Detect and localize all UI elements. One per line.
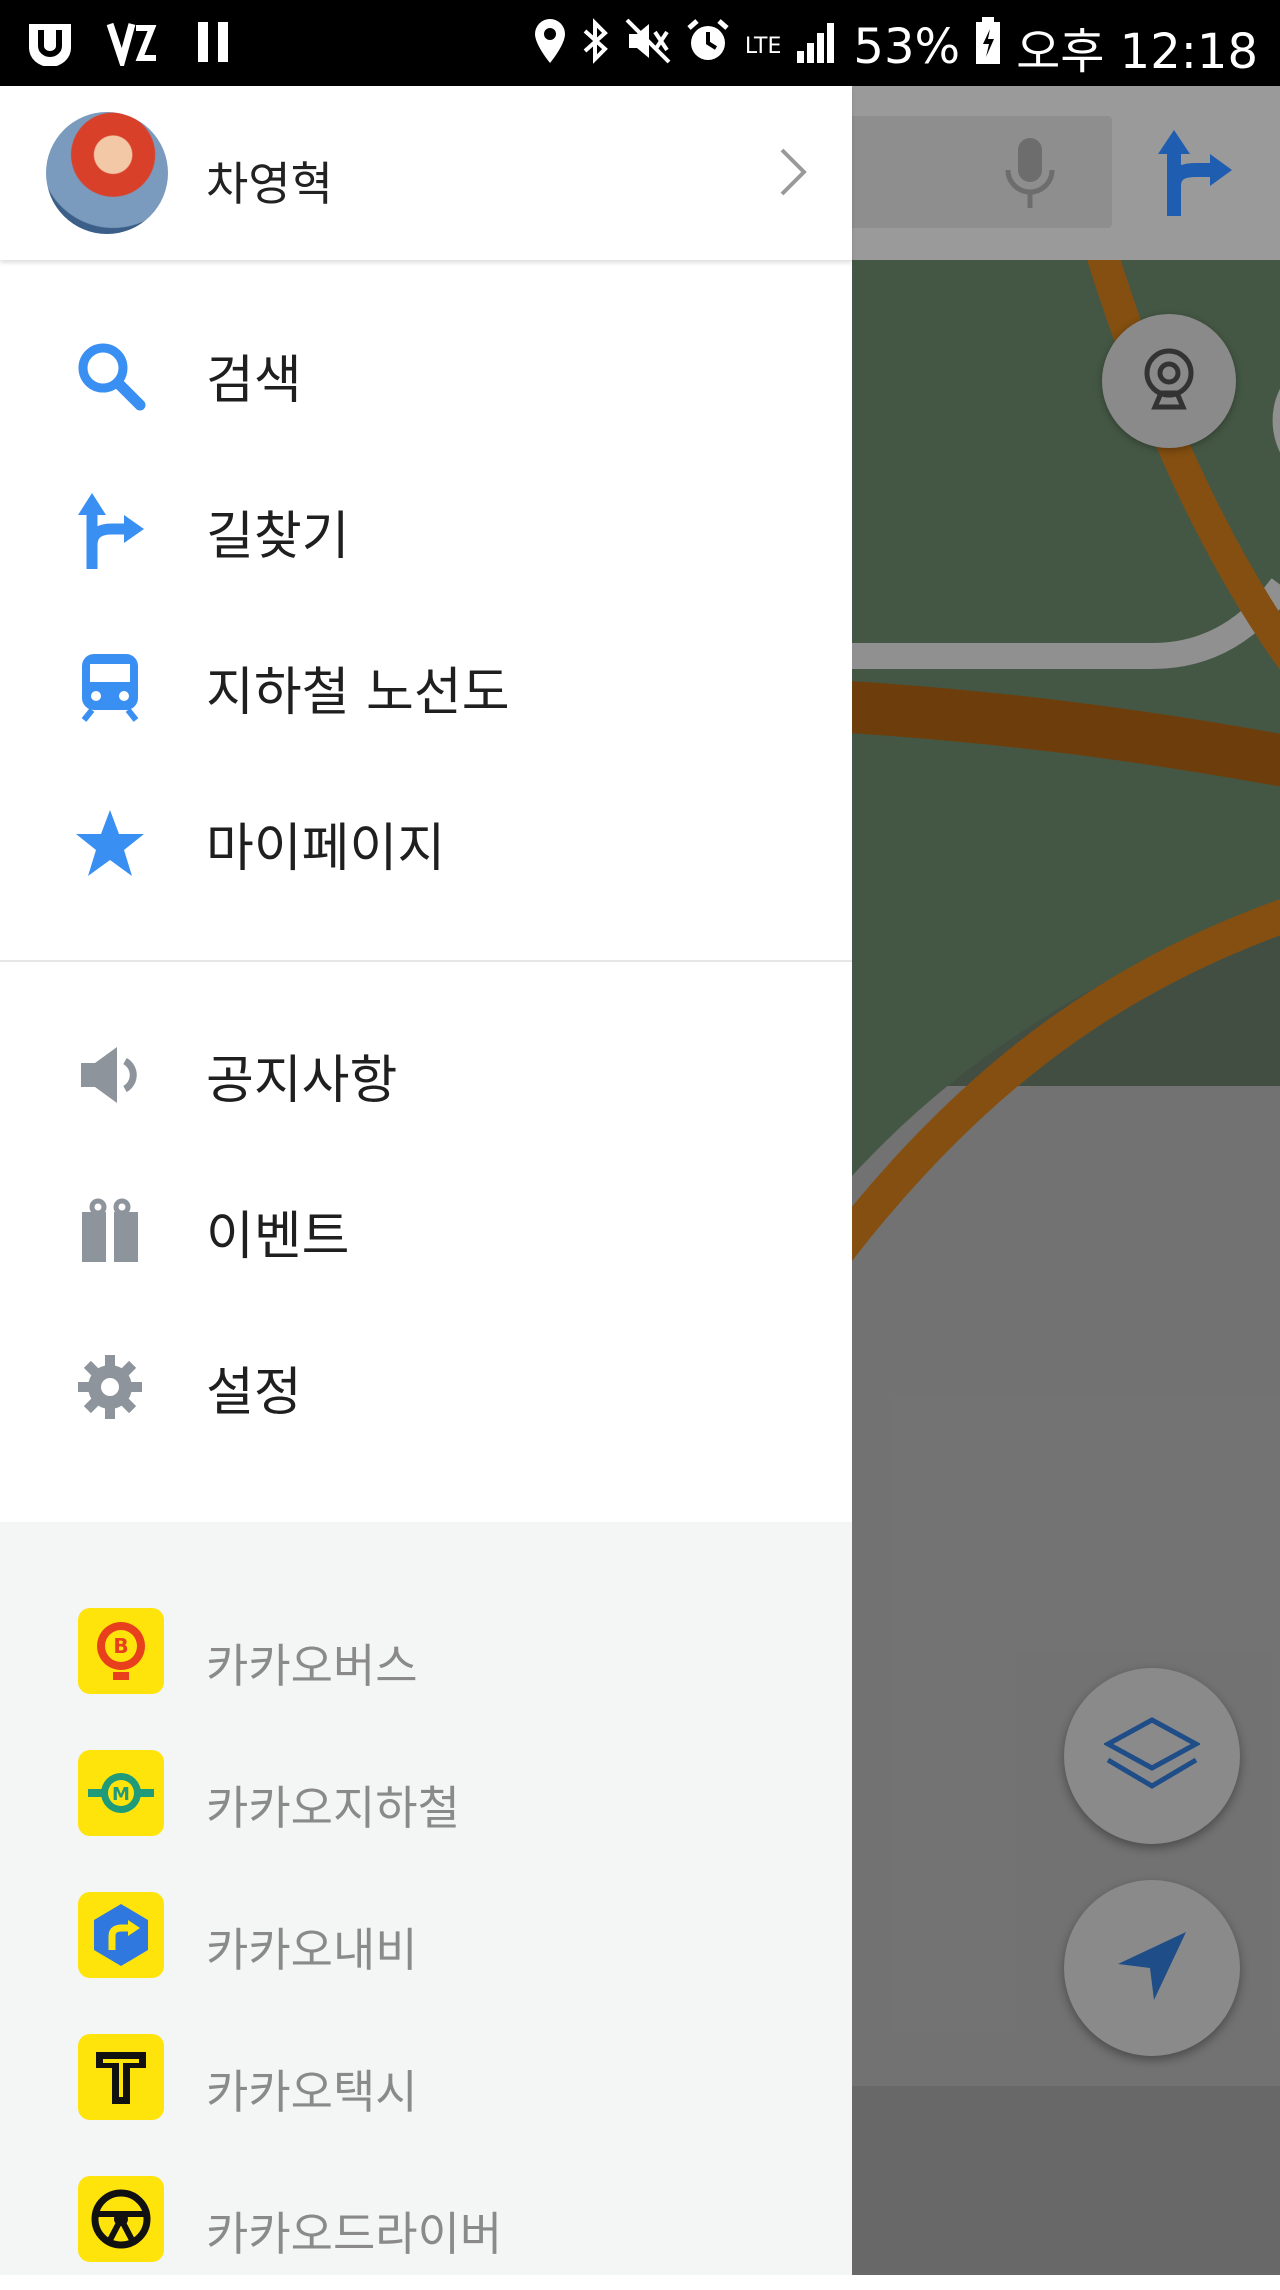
app-label: 카카오드라이버 — [206, 2207, 503, 2261]
kakao-metro-icon: M — [78, 1750, 164, 1836]
directions-icon[interactable] — [1152, 126, 1232, 222]
search-icon — [74, 339, 146, 411]
menu-item-settings[interactable]: 설정 — [0, 1312, 852, 1462]
gear-icon — [74, 1351, 146, 1423]
menu-item-notice[interactable]: 공지사항 — [0, 1000, 852, 1150]
cctv-icon — [1141, 347, 1197, 415]
menu-label: 지하철 노선도 — [206, 662, 510, 723]
battery-icon — [974, 17, 1002, 77]
gift-icon — [74, 1195, 146, 1267]
cctv-button[interactable] — [1102, 314, 1236, 448]
menu-item-search[interactable]: 검색 — [0, 300, 852, 450]
svg-text:M: M — [112, 1784, 130, 1805]
speaker-icon — [74, 1039, 146, 1111]
profile-name: 차영혁 — [206, 157, 333, 211]
subway-icon — [74, 651, 146, 723]
layers-button[interactable] — [1064, 1668, 1240, 1844]
menu-label: 마이페이지 — [206, 818, 446, 879]
app-item-kakao-metro[interactable]: M 카카오지하철 — [0, 1722, 852, 1864]
kakao-driver-icon — [78, 2176, 164, 2262]
my-location-button[interactable] — [1064, 1880, 1240, 2056]
directions-icon — [74, 493, 146, 569]
menu-item-mypage[interactable]: 마이페이지 — [0, 768, 852, 918]
menu-item-subway-map[interactable]: 지하철 노선도 — [0, 612, 852, 762]
app-item-kakao-bus[interactable]: B 카카오버스 — [0, 1580, 852, 1722]
kakao-apps-section: B 카카오버스 M 카카오지하철 카카오내비 카카오택시 카카오드라이버 — [0, 1522, 852, 2275]
menu-label: 공지사항 — [206, 1050, 398, 1111]
app-label: 카카오내비 — [206, 1923, 418, 1977]
alarm-icon — [685, 18, 731, 76]
location-icon — [533, 17, 567, 77]
map-view[interactable] — [852, 86, 1280, 2275]
map-search-bar[interactable] — [852, 86, 1280, 260]
kakao-taxi-icon — [78, 2034, 164, 2120]
menu-label: 이벤트 — [206, 1206, 350, 1267]
svg-text:B: B — [113, 1634, 128, 1658]
menu-item-directions[interactable]: 길찾기 — [0, 456, 852, 606]
layers-icon — [1102, 1716, 1202, 1796]
chevron-right-icon[interactable] — [778, 146, 808, 202]
menu-item-event[interactable]: 이벤트 — [0, 1156, 852, 1306]
vpn-icon — [104, 14, 160, 70]
kakao-navi-icon — [78, 1892, 164, 1978]
status-bar: LTE 53% 오후 12:18 — [0, 0, 1280, 86]
bluetooth-icon — [581, 17, 611, 77]
clock: 오후 12:18 — [1016, 24, 1258, 80]
pause-icon — [186, 14, 242, 70]
app-item-kakao-taxi[interactable]: 카카오택시 — [0, 2006, 852, 2148]
avatar[interactable] — [46, 112, 168, 234]
mic-icon[interactable] — [1002, 136, 1058, 216]
divider — [0, 960, 852, 962]
signal-icon — [795, 19, 839, 75]
battery-percent: 53% — [853, 19, 961, 75]
kakao-bus-icon: B — [78, 1608, 164, 1694]
menu-label: 설정 — [206, 1362, 302, 1423]
menu-label: 검색 — [206, 350, 302, 411]
app-item-kakao-driver[interactable]: 카카오드라이버 — [0, 2148, 852, 2290]
app-label: 카카오택시 — [206, 2065, 418, 2119]
app-item-kakao-navi[interactable]: 카카오내비 — [0, 1864, 852, 2006]
star-icon — [74, 807, 146, 879]
mute-icon — [625, 18, 671, 76]
menu-label: 길찾기 — [206, 506, 350, 567]
u-app-icon — [22, 14, 78, 70]
app-label: 카카오지하철 — [206, 1781, 460, 1835]
lte-indicator: LTE — [744, 34, 782, 59]
navigation-arrow-icon — [1114, 1928, 1190, 2008]
navigation-drawer: 차영혁 검색 길찾기 지하철 노선도 마이페이지 공지사항 이벤트 설정 B 카… — [0, 86, 852, 2275]
app-label: 카카오버스 — [206, 1639, 418, 1693]
profile-header[interactable]: 차영혁 — [0, 86, 852, 260]
